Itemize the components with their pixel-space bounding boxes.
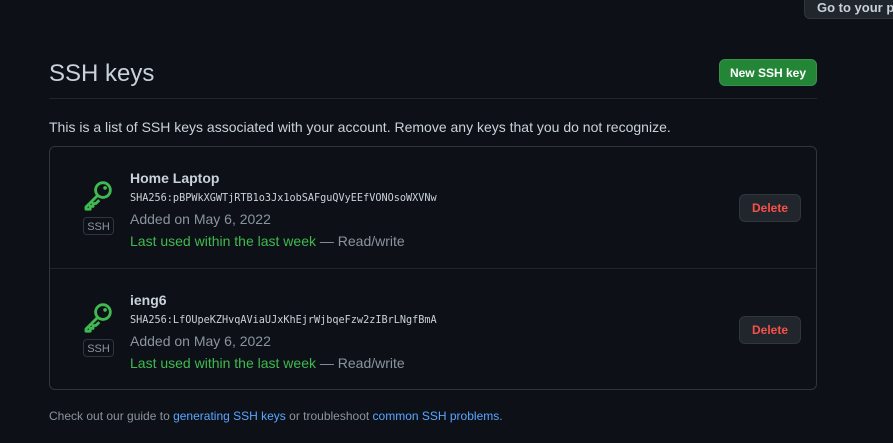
key-access-level: — Read/write	[316, 355, 405, 371]
key-icon	[84, 181, 112, 211]
ssh-keys-list: SSH Home Laptop SHA256:pBPWkXGWTjRTB1o3J…	[49, 146, 817, 390]
ssh-type-badge: SSH	[83, 217, 114, 235]
title-divider	[49, 98, 817, 99]
key-usage: Last used within the last week — Read/wr…	[130, 233, 405, 249]
ssh-key-row: SSH ieng6 SHA256:LfOUpeKZHvqAViaUJxKhEjr…	[50, 269, 816, 390]
ssh-key-row: SSH Home Laptop SHA256:pBPWkXGWTjRTB1o3J…	[50, 147, 816, 269]
go-to-profile-button[interactable]: Go to your personal profile	[804, 0, 893, 19]
delete-key-button[interactable]: Delete	[739, 316, 801, 344]
footer-prefix: Check out our guide to	[49, 409, 174, 423]
generating-ssh-keys-link[interactable]: generating SSH keys	[173, 409, 286, 423]
delete-key-button[interactable]: Delete	[739, 194, 801, 222]
key-last-used: Last used within the last week	[130, 355, 316, 371]
key-icon	[84, 303, 112, 333]
key-last-used: Last used within the last week	[130, 233, 316, 249]
footer-suffix: .	[499, 409, 503, 423]
page-title: SSH keys	[49, 60, 155, 87]
intro-text: This is a list of SSH keys associated wi…	[49, 119, 671, 135]
new-ssh-key-button[interactable]: New SSH key	[719, 59, 817, 86]
key-title: Home Laptop	[130, 170, 220, 186]
key-fingerprint: SHA256:LfOUpeKZHvqAViaUJxKhEjrWjbqeFzw2z…	[130, 315, 437, 326]
key-usage: Last used within the last week — Read/wr…	[130, 355, 405, 371]
key-added-date: Added on May 6, 2022	[130, 211, 271, 227]
ssh-type-badge: SSH	[83, 339, 114, 357]
key-title: ieng6	[130, 292, 167, 308]
key-access-level: — Read/write	[316, 233, 405, 249]
key-fingerprint: SHA256:pBPWkXGWTjRTB1o3Jx1obSAFguQVyEEfV…	[130, 193, 437, 204]
help-footer: Check out our guide to generating SSH ke…	[49, 409, 503, 423]
common-ssh-problems-link[interactable]: common SSH problems	[373, 409, 500, 423]
footer-middle: or troubleshoot	[285, 409, 373, 423]
key-added-date: Added on May 6, 2022	[130, 333, 271, 349]
